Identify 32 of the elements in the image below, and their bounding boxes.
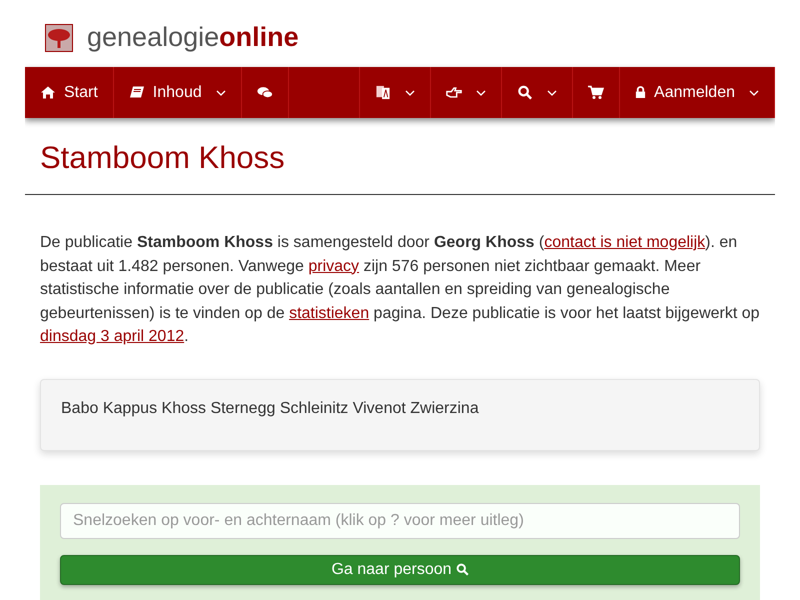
- home-icon: [40, 85, 56, 100]
- search-field[interactable]: Snelzoeken op voor- en achternaam (klik op ? voor meer uitleg): [60, 502, 740, 538]
- text-link[interactable]: statistieken: [289, 304, 370, 322]
- cart-icon: [588, 85, 604, 100]
- tree-logo-icon[interactable]: [45, 24, 73, 52]
- book-icon: [128, 85, 145, 100]
- nav-item[interactable]: Start: [25, 67, 114, 118]
- chat-icon: [256, 85, 273, 100]
- login-menu[interactable]: Aanmelden: [620, 67, 775, 118]
- caret-icon: [749, 90, 759, 96]
- caret-icon: [476, 90, 486, 96]
- search-icon: [517, 85, 534, 100]
- site-logo-text[interactable]: genealogieonline: [87, 22, 299, 53]
- search-menu-button[interactable]: [502, 67, 574, 118]
- lock-icon: [635, 85, 646, 100]
- chat-menu-button[interactable]: [242, 67, 289, 118]
- nav-item[interactable]: Inhoud: [114, 67, 242, 118]
- text-link[interactable]: privacy: [308, 258, 360, 274]
- caret-icon: [547, 90, 558, 96]
- cart-menu-button[interactable]: [573, 67, 620, 118]
- search-icon: [456, 563, 469, 576]
- translate-menu-button[interactable]: [360, 67, 432, 118]
- caret-icon: [405, 90, 416, 96]
- page-title: Stamboom Khoss: [25, 118, 775, 195]
- text-link[interactable]: contact is niet mogelijk: [544, 234, 706, 251]
- text-link[interactable]: dinsdag 3 april 2012: [40, 328, 184, 345]
- translate-icon: [375, 85, 392, 100]
- caret-icon: [216, 90, 226, 96]
- pointing-hand-icon: [446, 85, 462, 100]
- intro-paragraph: De publicatie Stamboom Khoss is samengesteld door Georg Khoss (contact is niet mogelijk). en bestaat uit 1.482 personen. Vanwege privacy zijn 576 personen niet zichtbaar gemaakt. Meer statistische informatie over de publicatie (zoals aantallen en spreiding van genealogische gebeurtenissen) is te vinden op de statistieken pagina. Deze publicatie is voor het laatst bijgewerkt op dinsdag 3 april 2012.: [40, 233, 760, 347]
- surname-list: Babo Kappus Khoss Sternegg Schleinitz Vivenot Zwierzina: [61, 400, 479, 416]
- go-to-person-button[interactable]: Ga naar persoon: [60, 554, 740, 584]
